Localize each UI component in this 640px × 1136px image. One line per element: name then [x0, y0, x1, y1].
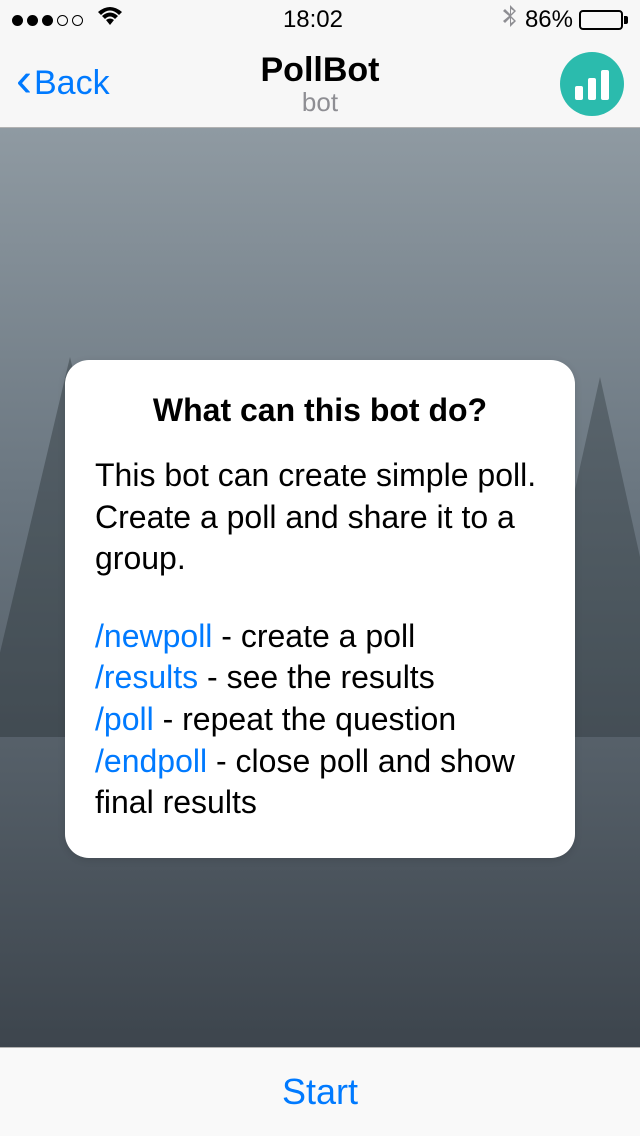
- chevron-left-icon: ‹: [16, 57, 32, 105]
- command-line: /newpoll - create a poll: [95, 616, 545, 658]
- status-time: 18:02: [283, 6, 343, 34]
- signal-strength-icon: [12, 15, 83, 26]
- status-right: 86%: [503, 5, 628, 35]
- status-bar: 18:02 86%: [0, 0, 640, 40]
- command-link[interactable]: /results: [95, 659, 198, 695]
- back-button[interactable]: ‹ Back: [16, 63, 110, 105]
- card-title: What can this bot do?: [95, 392, 545, 429]
- card-intro: This bot can create simple poll. Create …: [95, 455, 545, 580]
- battery-icon: [579, 10, 628, 30]
- nav-bar: ‹ Back PollBot bot: [0, 40, 640, 128]
- command-line: /poll - repeat the question: [95, 699, 545, 741]
- command-line: /results - see the results: [95, 657, 545, 699]
- command-line: /endpoll - close poll and show final res…: [95, 741, 545, 824]
- command-link[interactable]: /newpoll: [95, 618, 212, 654]
- chat-subtitle: bot: [261, 89, 380, 115]
- nav-title-group[interactable]: PollBot bot: [261, 52, 380, 115]
- command-link[interactable]: /endpoll: [95, 743, 207, 779]
- start-button[interactable]: Start: [282, 1071, 358, 1113]
- bar-chart-icon: [575, 86, 583, 100]
- back-label: Back: [34, 64, 110, 103]
- status-left: [12, 6, 123, 34]
- wifi-icon: [97, 6, 123, 34]
- bottom-bar: Start: [0, 1047, 640, 1136]
- chat-title: PollBot: [261, 52, 380, 89]
- bot-info-card: What can this bot do? This bot can creat…: [65, 360, 575, 858]
- bot-avatar[interactable]: [560, 52, 624, 116]
- bluetooth-icon: [503, 5, 517, 35]
- command-link[interactable]: /poll: [95, 701, 154, 737]
- battery-percent: 86%: [525, 6, 573, 34]
- chat-background: What can this bot do? This bot can creat…: [0, 128, 640, 1047]
- card-body: This bot can create simple poll. Create …: [95, 455, 545, 824]
